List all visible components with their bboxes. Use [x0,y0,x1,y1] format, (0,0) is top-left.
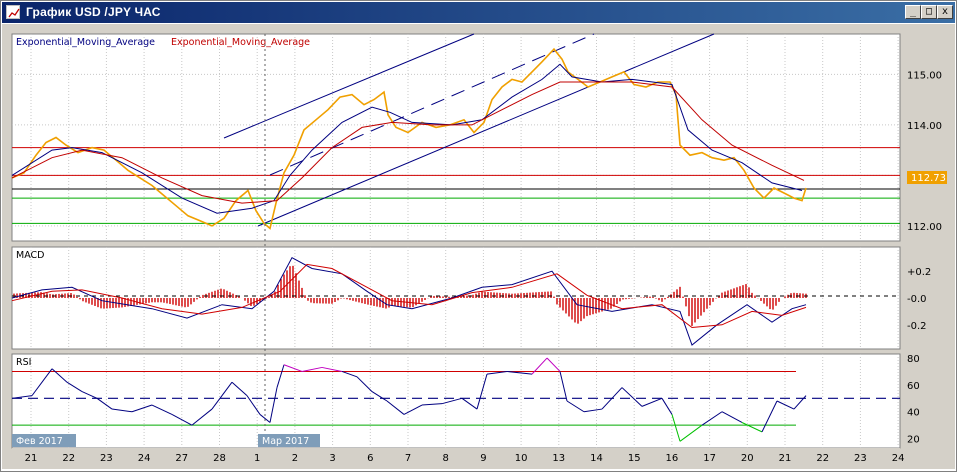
date-tick-label: 16 [666,453,679,464]
date-tick-label: 23 [854,453,867,464]
date-tick-label: 21 [25,453,38,464]
title-bar[interactable]: График USD /JPY ЧАС _ □ x [2,2,955,23]
rsi-tick-label: 20 [907,435,920,446]
month-label-feb: Фев 2017 [16,436,63,447]
rsi-panel[interactable] [11,353,901,449]
close-button[interactable]: x [937,5,953,19]
macd-tick-label: -0.2 [907,321,927,332]
current-price-label: 112.73 [911,173,946,184]
macd-tick-label: -0.0 [907,294,927,305]
date-tick-label: 10 [515,453,528,464]
rsi-tick-label: 40 [907,408,920,419]
date-tick-label: 24 [138,453,151,464]
date-tick-label: 8 [443,453,449,464]
date-tick-label: 1 [254,453,260,464]
date-tick-label: 24 [892,453,905,464]
macd-label: MACD [16,250,44,261]
price-tick-label: 112.00 [907,222,942,233]
date-tick-label: 21 [779,453,792,464]
date-tick-label: 14 [590,453,603,464]
date-tick-label: 28 [213,453,226,464]
rsi-label: RSI [16,357,31,368]
chart-window: График USD /JPY ЧАС _ □ x Exponential_Mo… [0,0,957,472]
date-tick-label: 20 [741,453,754,464]
date-tick-label: 9 [480,453,486,464]
date-tick-label: 17 [703,453,716,464]
date-tick-label: 27 [175,453,188,464]
date-tick-label: 22 [816,453,829,464]
date-tick-label: 22 [62,453,75,464]
date-tick-label: 3 [329,453,335,464]
date-tick-label: 7 [405,453,411,464]
chart-window-icon [6,5,20,19]
chart-canvas[interactable]: Exponential_Moving_Average Exponential_M… [2,24,955,469]
price-tick-label: 114.00 [907,121,942,132]
window-title: График USD /JPY ЧАС [26,5,161,19]
date-tick-label: 6 [367,453,373,464]
price-panel[interactable] [11,33,901,242]
price-tick-label: 115.00 [907,70,942,81]
date-tick-label: 2 [292,453,298,464]
rsi-tick-label: 80 [907,354,920,365]
date-tick-label: 15 [628,453,641,464]
maximize-button[interactable]: □ [921,5,937,19]
ema-legend-label-1: Exponential_Moving_Average [16,37,155,48]
date-tick-label: 13 [552,453,565,464]
macd-tick-label: +0.2 [907,267,931,278]
rsi-tick-label: 60 [907,381,920,392]
ema-legend-label-2: Exponential_Moving_Average [171,37,310,48]
date-tick-label: 23 [100,453,113,464]
month-label-mar: Мар 2017 [262,436,309,447]
minimize-button[interactable]: _ [905,5,921,19]
